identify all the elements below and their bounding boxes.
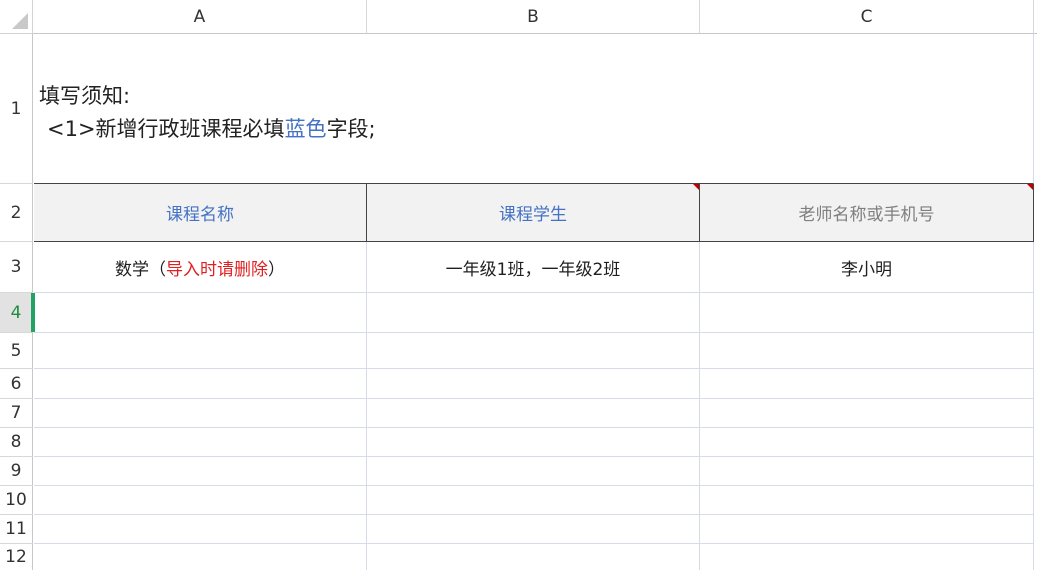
cell-a12[interactable] xyxy=(34,544,367,570)
cell-b6[interactable] xyxy=(367,369,700,399)
row-header-8[interactable]: 8 xyxy=(0,428,33,457)
header-teacher: 老师名称或手机号 xyxy=(798,205,935,225)
row-header-4[interactable]: 4 xyxy=(0,293,33,333)
cell-b7[interactable] xyxy=(367,399,700,428)
header-cell-course-students[interactable]: 课程学生 xyxy=(367,184,700,242)
cell-b9[interactable] xyxy=(367,457,700,486)
example-course-name: 数学（ xyxy=(115,259,166,280)
cell-a4[interactable] xyxy=(34,293,367,333)
cell-b11[interactable] xyxy=(367,515,700,544)
cell-b12[interactable] xyxy=(367,544,700,570)
comment-marker-icon xyxy=(1027,184,1033,190)
notice-rule-prefix: <1>新增行政班课程必填 xyxy=(47,117,285,141)
cell-c12[interactable] xyxy=(700,544,1034,570)
cell-b4[interactable] xyxy=(367,293,700,333)
cell-a10[interactable] xyxy=(34,486,367,515)
example-cell-course-name[interactable]: 数学（ 导入时请删除） xyxy=(34,242,367,293)
cell-a5[interactable] xyxy=(34,333,367,369)
cell-c10[interactable] xyxy=(700,486,1034,515)
example-cell-students[interactable]: 一年级1班，一年级2班 xyxy=(367,242,700,293)
select-all-corner[interactable] xyxy=(0,0,33,34)
cell-a7[interactable] xyxy=(34,399,367,428)
row-header-9[interactable]: 9 xyxy=(0,457,33,486)
cell-c9[interactable] xyxy=(700,457,1034,486)
example-students: 一年级1班，一年级2班 xyxy=(445,259,621,280)
header-course-name: 课程名称 xyxy=(166,205,234,225)
cell-c11[interactable] xyxy=(700,515,1034,544)
cell-c4[interactable] xyxy=(700,293,1034,333)
cell-a11[interactable] xyxy=(34,515,367,544)
cell-b5[interactable] xyxy=(367,333,700,369)
cell-c6[interactable] xyxy=(700,369,1034,399)
cell-a9[interactable] xyxy=(34,457,367,486)
cell-b10[interactable] xyxy=(367,486,700,515)
row-header-1[interactable]: 1 xyxy=(0,34,33,184)
row-header-6[interactable]: 6 xyxy=(0,369,33,399)
cell-b8[interactable] xyxy=(367,428,700,457)
active-cell-indicator xyxy=(33,293,35,332)
notice-cell[interactable]: 填写须知: <1>新增行政班课程必填蓝色字段; xyxy=(34,34,1034,184)
row-header-3[interactable]: 3 xyxy=(0,242,33,293)
cell-c5[interactable] xyxy=(700,333,1034,369)
example-course-close: ） xyxy=(268,259,285,280)
notice-rule-highlight: 蓝色 xyxy=(284,117,327,141)
notice-rule-suffix: 字段; xyxy=(326,117,376,141)
row-header-7[interactable]: 7 xyxy=(0,399,33,428)
example-teacher: 李小明 xyxy=(841,259,892,280)
cell-a8[interactable] xyxy=(34,428,367,457)
header-course-students: 课程学生 xyxy=(499,205,567,225)
column-header-c[interactable]: C xyxy=(700,0,1034,34)
row-header-5[interactable]: 5 xyxy=(0,333,33,369)
notice-rule-1: <1>新增行政班课程必填蓝色字段; xyxy=(47,113,376,143)
row-header-2[interactable]: 2 xyxy=(0,184,33,242)
cell-c8[interactable] xyxy=(700,428,1034,457)
row-header-12[interactable]: 12 xyxy=(0,544,33,570)
spreadsheet-grid: A B C 1 2 3 4 5 6 7 8 9 10 11 12 填写须知: <… xyxy=(0,0,1037,570)
select-all-icon xyxy=(12,13,28,29)
cell-a6[interactable] xyxy=(34,369,367,399)
header-cell-course-name[interactable]: 课程名称 xyxy=(34,184,367,242)
comment-marker-icon xyxy=(693,184,699,190)
column-header-a[interactable]: A xyxy=(33,0,367,34)
row-header-11[interactable]: 11 xyxy=(0,515,33,544)
notice-title: 填写须知: xyxy=(39,84,131,108)
header-cell-teacher[interactable]: 老师名称或手机号 xyxy=(700,184,1034,242)
example-cell-teacher[interactable]: 李小明 xyxy=(700,242,1034,293)
row-header-10[interactable]: 10 xyxy=(0,486,33,515)
cell-c7[interactable] xyxy=(700,399,1034,428)
example-delete-hint: 导入时请删除 xyxy=(166,259,268,280)
column-header-b[interactable]: B xyxy=(367,0,700,34)
